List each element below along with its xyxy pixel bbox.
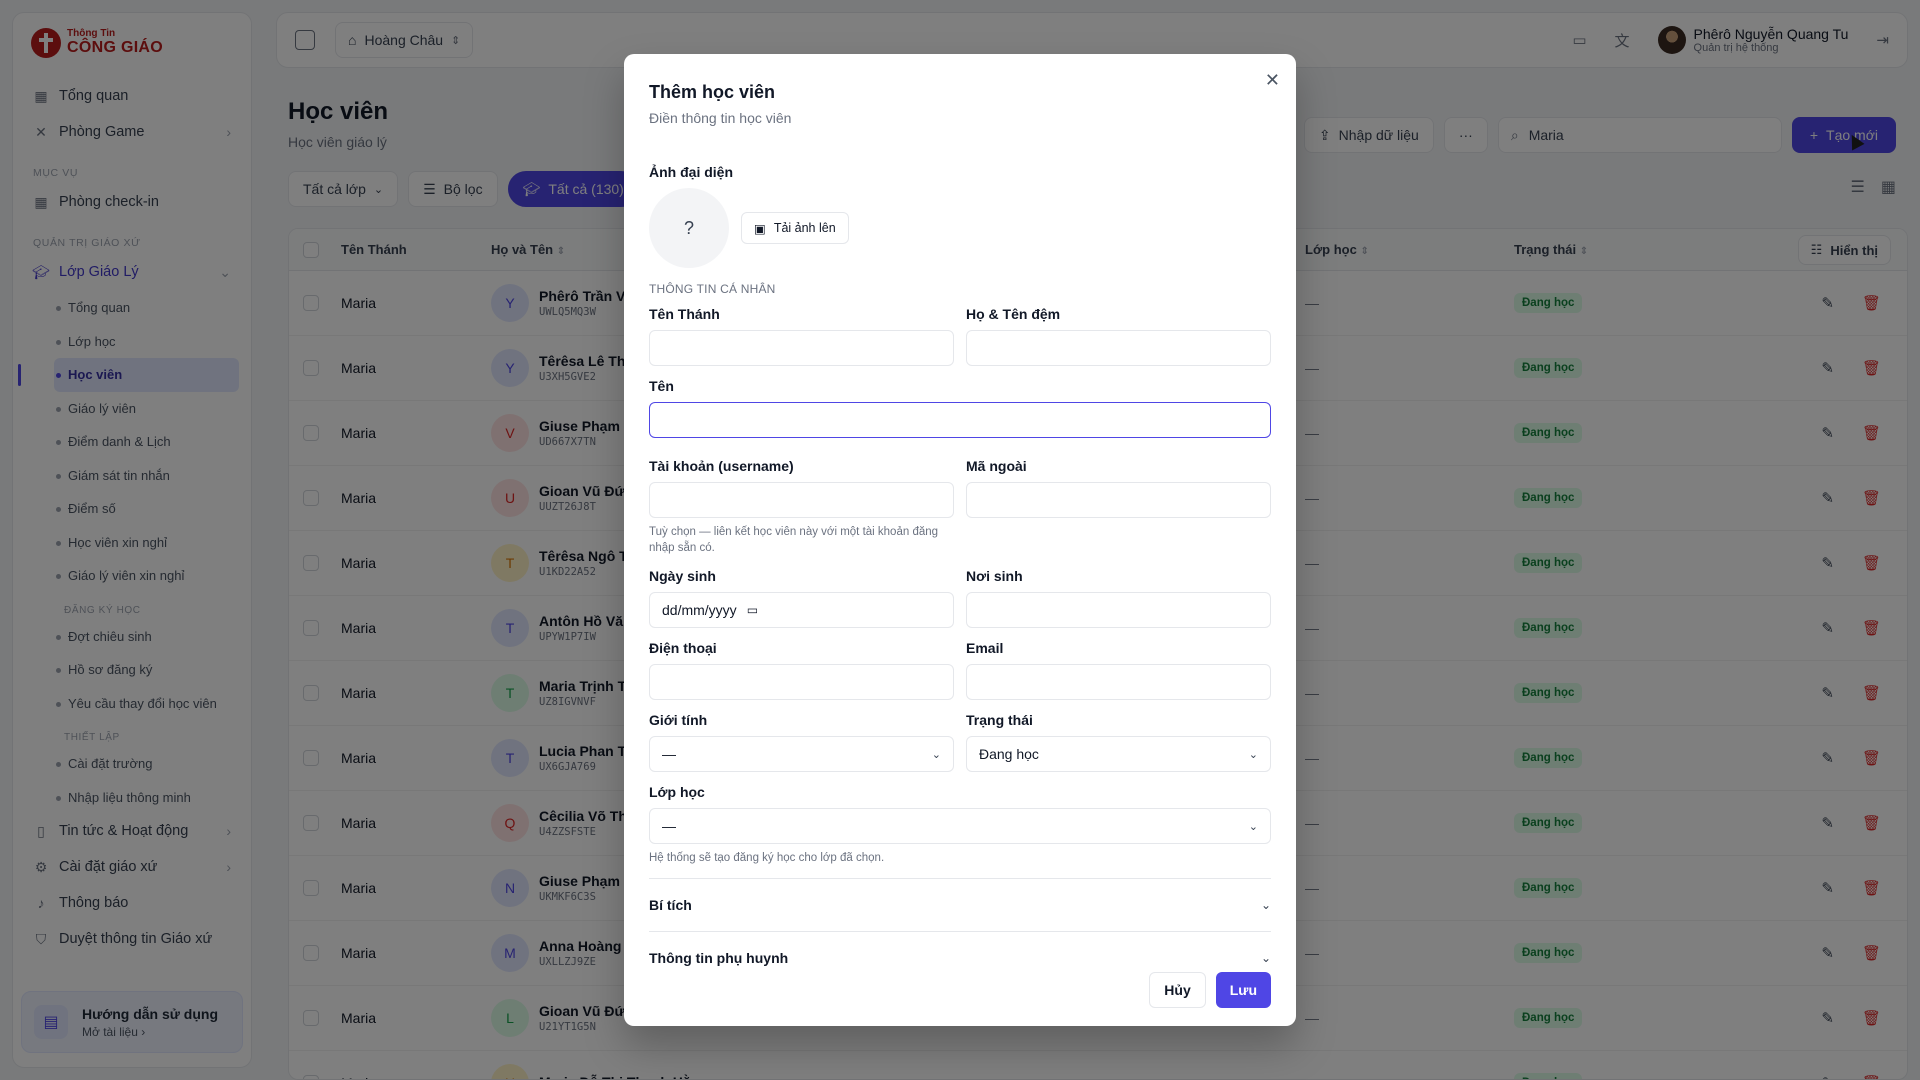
class-hint: Hệ thống sẽ tạo đăng ký học cho lớp đã c… (649, 852, 885, 865)
saint-name-label: Tên Thánh (649, 306, 720, 322)
birthplace-input[interactable] (966, 592, 1271, 629)
status-select[interactable]: Đang học ⌄ (966, 736, 1271, 773)
dialog-body: Ảnh đại diện ? ▣ Tải ảnh lên THÔNG TIN C… (649, 164, 1271, 1010)
status-label: Trạng thái (966, 712, 1033, 729)
dialog-subtitle: Điền thông tin học viên (649, 110, 792, 126)
upload-photo-button[interactable]: ▣ Tải ảnh lên (741, 212, 849, 244)
sacraments-label: Bí tích (649, 897, 692, 914)
add-student-dialog: ✕ Thêm học viên Điền thông tin học viên … (624, 54, 1296, 1026)
close-icon[interactable]: ✕ (1265, 70, 1280, 91)
upload-label: Tải ảnh lên (773, 221, 836, 235)
saint-name-input[interactable] (649, 330, 954, 366)
dob-input[interactable]: dd/mm/yyyy ▭ (649, 592, 954, 629)
middle-name-label: Họ & Tên đệm (966, 306, 1061, 322)
phone-label: Điện thoại (649, 640, 717, 657)
sacraments-accordion[interactable]: Bí tích ⌄ (649, 878, 1271, 931)
section-personal-info: THÔNG TIN CÁ NHÂN (649, 282, 776, 296)
chevron-down-icon: ⌄ (1260, 898, 1271, 913)
chevron-down-icon: ⌄ (931, 748, 941, 761)
username-label: Tài khoản (username) (649, 458, 794, 474)
class-label: Lớp học (649, 784, 705, 801)
class-value: — (662, 818, 676, 835)
dob-placeholder: dd/mm/yyyy (662, 602, 737, 619)
username-hint: Tuỳ chọn — liên kết học viên này với một… (649, 526, 939, 555)
birthplace-label: Nơi sinh (966, 568, 1023, 585)
external-code-label: Mã ngoài (966, 458, 1027, 474)
username-input[interactable] (649, 482, 954, 518)
email-label: Email (966, 640, 1004, 657)
gender-value: — (662, 746, 676, 763)
dialog-footer: Hủy Lưu (1149, 972, 1271, 1008)
class-select[interactable]: — ⌄ (649, 808, 1271, 845)
dob-label: Ngày sinh (649, 568, 716, 585)
save-button[interactable]: Lưu (1215, 972, 1271, 1008)
external-code-input[interactable] (966, 482, 1271, 518)
middle-name-input[interactable] (966, 330, 1271, 366)
phone-input[interactable] (649, 664, 954, 701)
cancel-button[interactable]: Hủy (1149, 972, 1206, 1008)
parents-label: Thông tin phụ huynh (649, 950, 789, 967)
first-name-input[interactable] (649, 402, 1271, 438)
image-plus-icon: ▣ (754, 221, 766, 236)
chevron-down-icon: ⌄ (1248, 748, 1258, 761)
status-value: Đang học (979, 746, 1039, 763)
gender-select[interactable]: — ⌄ (649, 736, 954, 773)
calendar-icon[interactable]: ▭ (747, 603, 758, 617)
gender-label: Giới tính (649, 712, 708, 729)
dialog-title: Thêm học viên (649, 82, 776, 102)
chevron-down-icon: ⌄ (1248, 820, 1258, 833)
chevron-down-icon: ⌄ (1260, 951, 1271, 966)
first-name-label: Tên (649, 378, 674, 394)
avatar-placeholder: ? (649, 188, 729, 268)
avatar-label: Ảnh đại diện (649, 164, 733, 180)
email-field[interactable] (966, 664, 1271, 701)
